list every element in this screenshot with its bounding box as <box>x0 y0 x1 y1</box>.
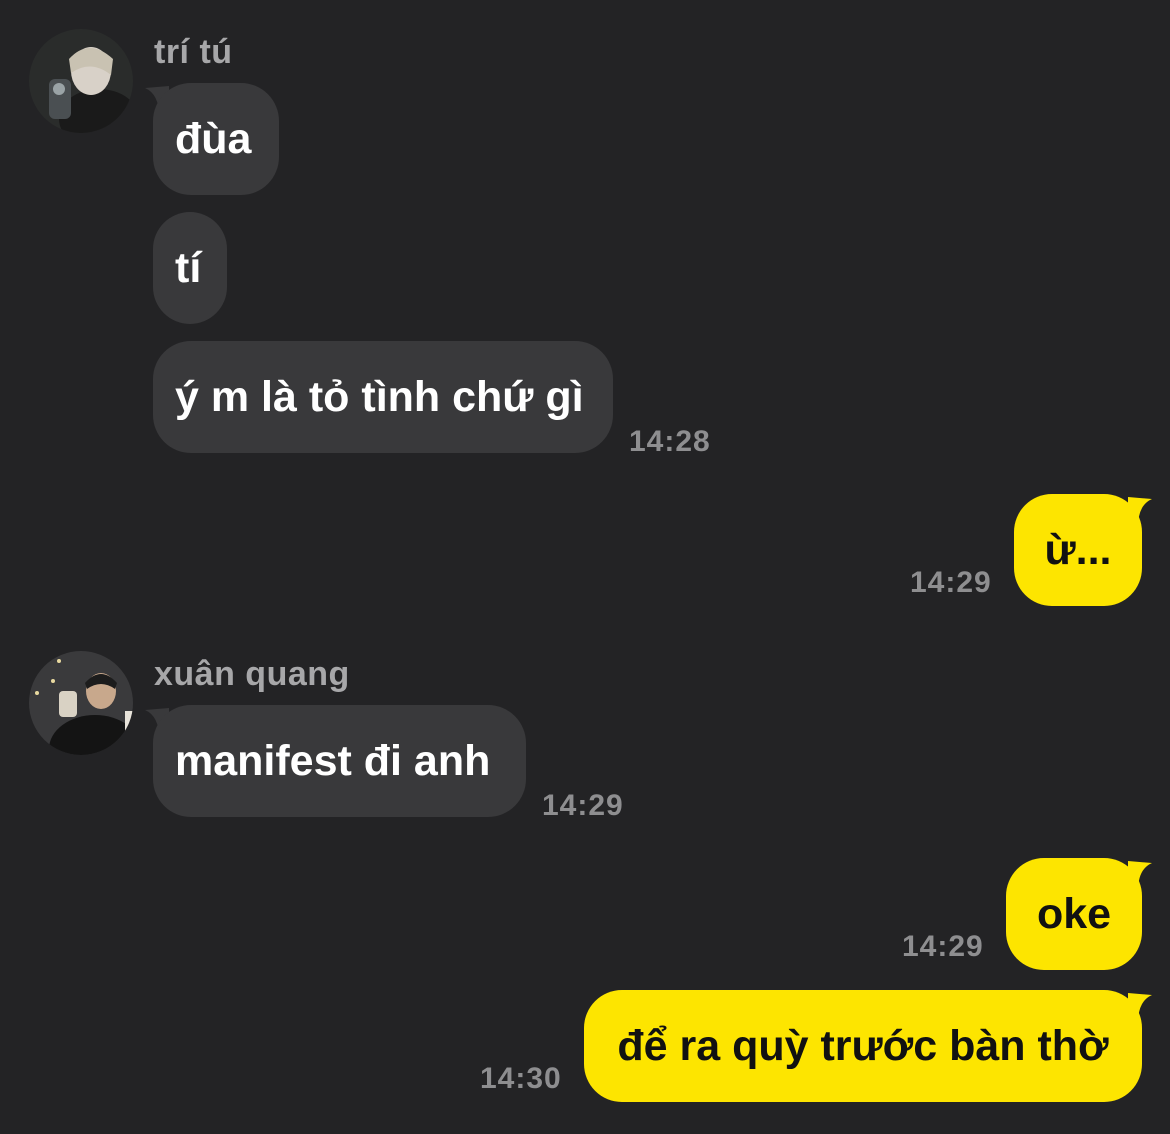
message-bubble-outgoing[interactable]: ừ... <box>1014 494 1142 606</box>
profile-photo-icon <box>29 651 133 755</box>
avatar-xuan-quang[interactable] <box>29 651 133 755</box>
message-bubble-incoming[interactable]: ý m là tỏ tình chứ gì <box>153 341 613 453</box>
message-bubble-outgoing[interactable]: để ra quỳ trước bàn thờ <box>584 990 1142 1102</box>
message-timestamp: 14:28 <box>629 425 711 458</box>
bubble-tail <box>1128 861 1152 891</box>
sender-name: xuân quang <box>154 655 350 693</box>
message-bubble-incoming[interactable]: tí <box>153 212 227 324</box>
message-bubble-incoming[interactable]: đùa <box>153 83 279 195</box>
message-bubble-incoming[interactable]: manifest đi anh <box>153 705 526 817</box>
bubble-tail <box>1128 993 1152 1023</box>
sender-name: trí tú <box>154 33 233 71</box>
profile-photo-icon <box>29 29 133 133</box>
avatar-tri-tu[interactable] <box>29 29 133 133</box>
chat-thread: trí tú đùa tí ý m là tỏ tình chứ gì 14:2… <box>0 0 1170 1134</box>
message-timestamp: 14:29 <box>902 930 984 963</box>
bubble-tail <box>1128 497 1152 527</box>
message-timestamp: 14:30 <box>480 1062 562 1095</box>
message-timestamp: 14:29 <box>542 789 624 822</box>
message-timestamp: 14:29 <box>910 566 992 599</box>
message-bubble-outgoing[interactable]: oke <box>1006 858 1142 970</box>
